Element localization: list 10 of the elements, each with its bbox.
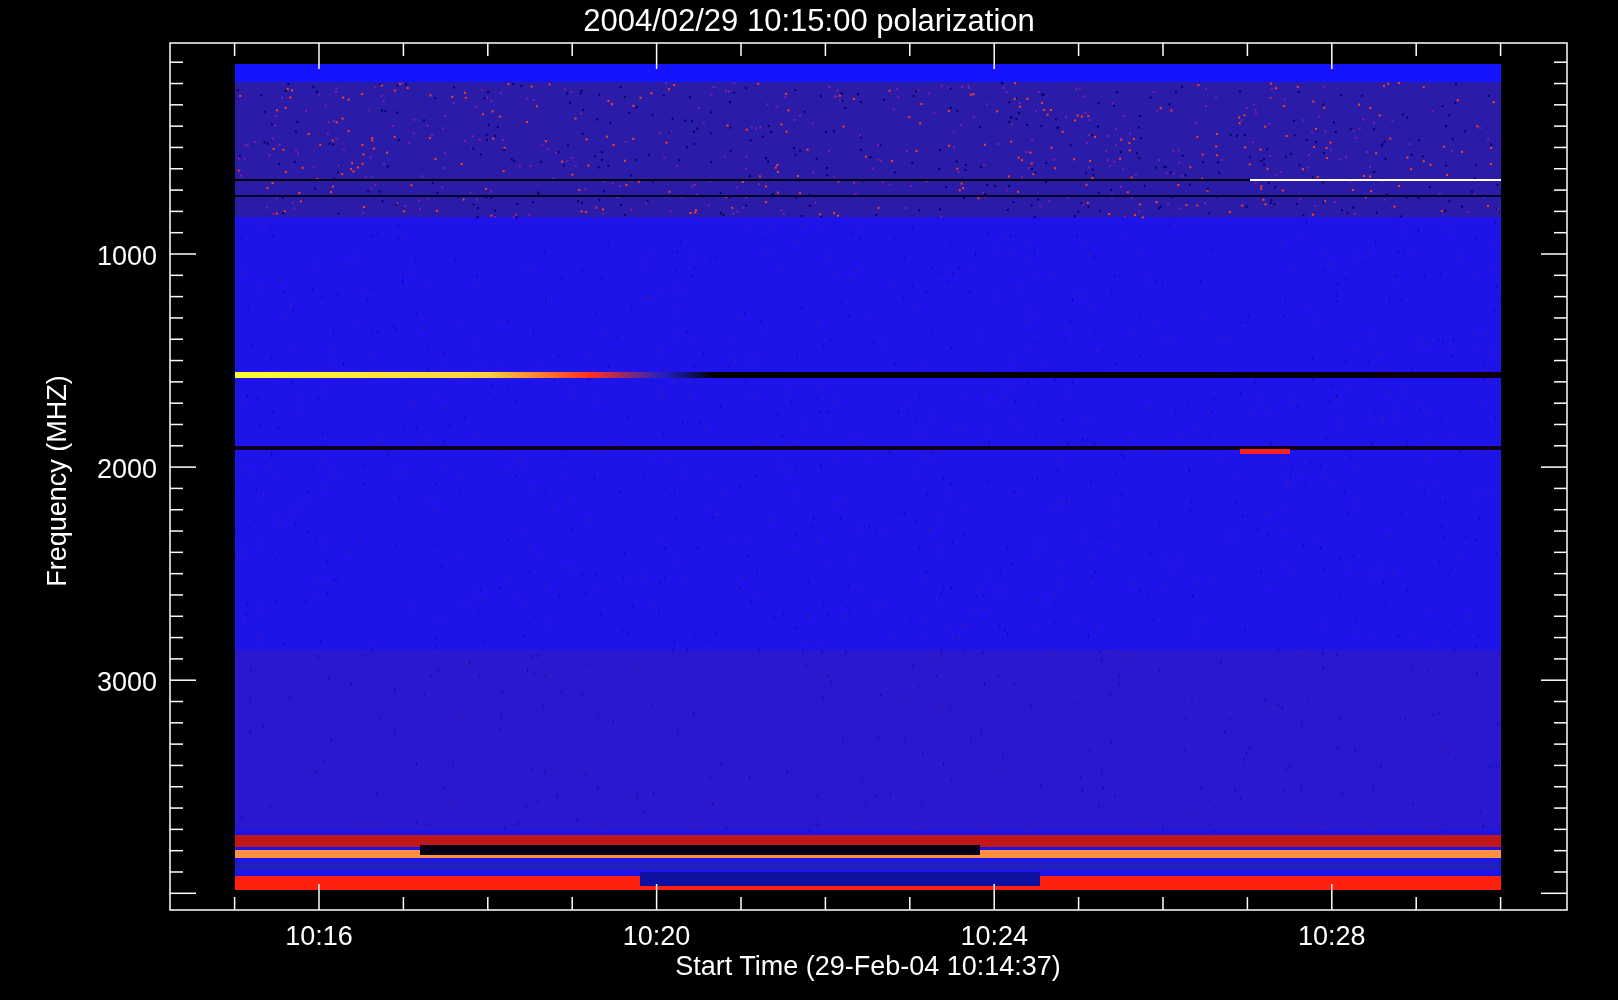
x-tick-label: 10:24 xyxy=(960,921,1028,951)
y-axis-title: Frequency (MHZ) xyxy=(42,375,72,587)
y-tick-label: 3000 xyxy=(96,667,157,698)
x-axis-title: Start Time (29-Feb-04 10:14:37) xyxy=(675,951,1061,981)
x-tick-label: 10:20 xyxy=(622,921,691,951)
x-tick-label: 10:28 xyxy=(1298,921,1366,951)
chart-title: 2004/02/29 10:15:00 polarization xyxy=(583,3,1035,38)
y-tick-label: 2000 xyxy=(96,454,157,485)
y-tick-label: 1000 xyxy=(96,241,157,271)
x-tick-label: 10:16 xyxy=(285,921,353,951)
